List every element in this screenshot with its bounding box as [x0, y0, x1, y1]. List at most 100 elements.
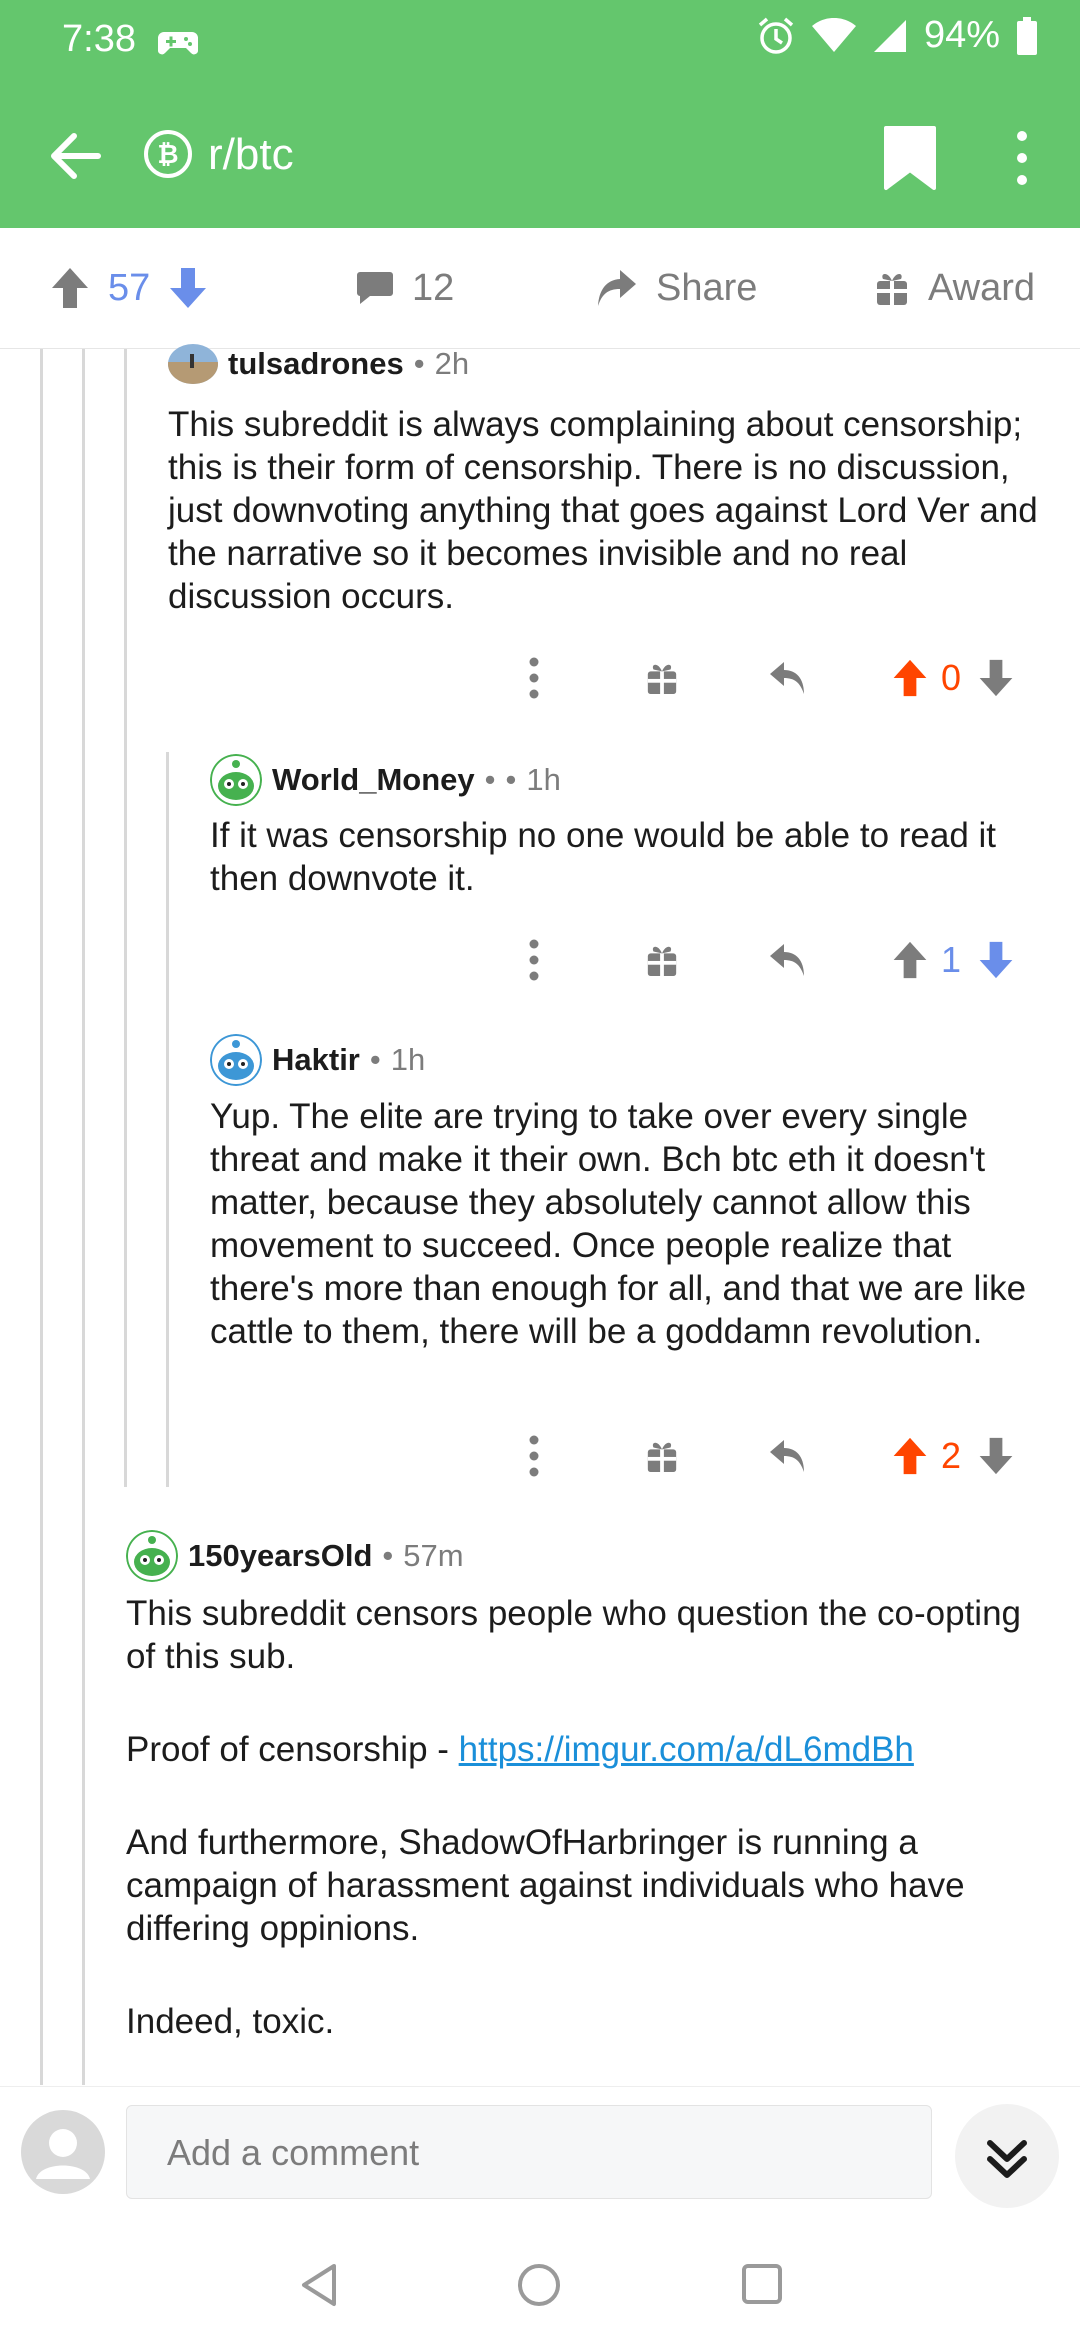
- more-vertical-icon: [529, 939, 539, 981]
- status-icons: 94%: [756, 14, 1038, 57]
- alarm-icon: [758, 17, 794, 54]
- more-vertical-icon: [529, 1435, 539, 1477]
- post-score: 57: [108, 266, 151, 309]
- nav-home-icon[interactable]: [516, 2262, 562, 2308]
- separator-dot: •: [369, 1042, 381, 1077]
- award-button[interactable]: Award: [874, 228, 1035, 348]
- avatar-icon[interactable]: [210, 754, 262, 806]
- more-vertical-icon: [529, 657, 539, 699]
- wifi-icon: [811, 17, 856, 52]
- flair-separator: •: [484, 762, 496, 797]
- comment-paragraph: This subreddit censors people who questi…: [126, 1594, 1021, 1676]
- share-button[interactable]: Share: [596, 228, 757, 348]
- add-comment-input[interactable]: Add a comment: [126, 2105, 932, 2199]
- nav-recents-icon[interactable]: [740, 2262, 784, 2306]
- downvote-icon: [979, 941, 1013, 979]
- separator-dot: •: [382, 1538, 394, 1573]
- reply-button[interactable]: [764, 930, 812, 990]
- comment-age: 1h: [390, 1042, 426, 1077]
- app-header: 7:38 94% ₿ r/btc: [0, 0, 1080, 228]
- comment-paragraph: Proof of censorship - https://imgur.com/…: [126, 1728, 1046, 1771]
- comment-header: World_Money • • 1h: [210, 754, 561, 806]
- comment-actions: 0: [500, 648, 1060, 708]
- nav-back-icon[interactable]: [298, 2262, 340, 2308]
- award-button[interactable]: [638, 648, 686, 708]
- downvote-button[interactable]: [974, 930, 1018, 990]
- comment-paragraph: Indeed, toxic.: [126, 2002, 335, 2041]
- comment-author[interactable]: Haktir: [272, 1042, 360, 1078]
- gift-icon: [647, 946, 677, 977]
- downvote-icon: [979, 659, 1013, 697]
- separator-dot: •: [505, 762, 517, 797]
- award-label: Award: [928, 266, 1036, 309]
- more-options-button[interactable]: [516, 1426, 552, 1486]
- comment-paragraph: And furthermore, ShadowOfHarbringer is r…: [126, 1823, 965, 1948]
- comment-age: 1h: [526, 762, 561, 797]
- imgur-link[interactable]: https://imgur.com/a/dL6mdBh: [459, 1730, 914, 1769]
- more-options-button[interactable]: [516, 930, 552, 990]
- upvote-button[interactable]: [888, 1426, 932, 1486]
- upvote-icon: [893, 659, 927, 697]
- comment-score: 1: [940, 939, 962, 980]
- upvote-button[interactable]: [888, 930, 932, 990]
- comment-author[interactable]: tulsadrones: [228, 346, 404, 382]
- comments-count: 12: [412, 266, 455, 309]
- downvote-button[interactable]: [974, 648, 1018, 708]
- award-button[interactable]: [638, 1426, 686, 1486]
- upvote-icon: [893, 1437, 927, 1475]
- back-arrow-icon[interactable]: [40, 120, 112, 192]
- gift-icon: [877, 274, 907, 305]
- avatar-icon[interactable]: [210, 1034, 262, 1086]
- reply-icon: [770, 662, 804, 694]
- reply-button[interactable]: [764, 648, 812, 708]
- battery-icon: [1017, 16, 1037, 55]
- status-time: 7:38: [62, 18, 136, 60]
- bitcoin-icon[interactable]: ₿: [144, 130, 192, 178]
- thread-line[interactable]: [40, 349, 43, 2085]
- downvote-button[interactable]: [974, 1426, 1018, 1486]
- upvote-button[interactable]: [888, 648, 932, 708]
- comment-header: Haktir • 1h: [210, 1034, 425, 1086]
- comment-composer-bar: Add a comment: [0, 2086, 1080, 2227]
- comment-author[interactable]: World_Money: [272, 762, 475, 798]
- more-options-button[interactable]: [516, 648, 552, 708]
- award-button[interactable]: [638, 930, 686, 990]
- comment-body: This subreddit is always complaining abo…: [168, 405, 1038, 616]
- signal-icon: [873, 19, 906, 52]
- more-vertical-icon[interactable]: [1000, 128, 1044, 188]
- user-avatar-icon[interactable]: [20, 2109, 106, 2195]
- comment-body: If it was censorship no one would be abl…: [210, 816, 997, 898]
- subreddit-name[interactable]: r/btc: [208, 130, 294, 180]
- comment-score: 0: [940, 657, 962, 698]
- avatar-icon[interactable]: [126, 1530, 178, 1582]
- app-bar: ₿ r/btc: [0, 84, 1080, 228]
- comment-age: 2h: [434, 346, 470, 381]
- bookmark-icon[interactable]: [880, 124, 940, 192]
- comment-score: 2: [940, 1435, 962, 1476]
- proof-prefix: Proof of censorship -: [126, 1730, 459, 1769]
- reply-button[interactable]: [764, 1426, 812, 1486]
- game-controller-icon: [158, 32, 198, 55]
- downvote-icon[interactable]: [168, 266, 208, 310]
- comment-body: Yup. The elite are trying to take over e…: [210, 1097, 1027, 1351]
- comment-author[interactable]: 150yearsOld: [188, 1538, 372, 1574]
- comments-count-button[interactable]: 12: [356, 228, 454, 348]
- upvote-icon: [893, 941, 927, 979]
- expand-down-icon[interactable]: [954, 2103, 1060, 2209]
- status-bar: 7:38 94%: [0, 0, 1080, 84]
- thread-line[interactable]: [82, 349, 85, 2085]
- comment-actions: 2: [500, 1426, 1060, 1486]
- comment-icon: [357, 272, 393, 304]
- upvote-icon[interactable]: [50, 266, 90, 310]
- post-vote-group: 57: [50, 228, 208, 348]
- avatar-icon[interactable]: [168, 344, 218, 384]
- gift-icon: [647, 664, 677, 695]
- comment-body: This subreddit censors people who questi…: [126, 1592, 1046, 2043]
- thread-line[interactable]: [124, 349, 127, 1487]
- share-icon: [598, 270, 636, 306]
- comment-header: tulsadrones • 2h: [168, 344, 469, 384]
- thread-line[interactable]: [166, 752, 169, 1487]
- separator-dot: •: [413, 346, 425, 381]
- gift-icon: [647, 1442, 677, 1473]
- system-nav-bar: [0, 2226, 1080, 2340]
